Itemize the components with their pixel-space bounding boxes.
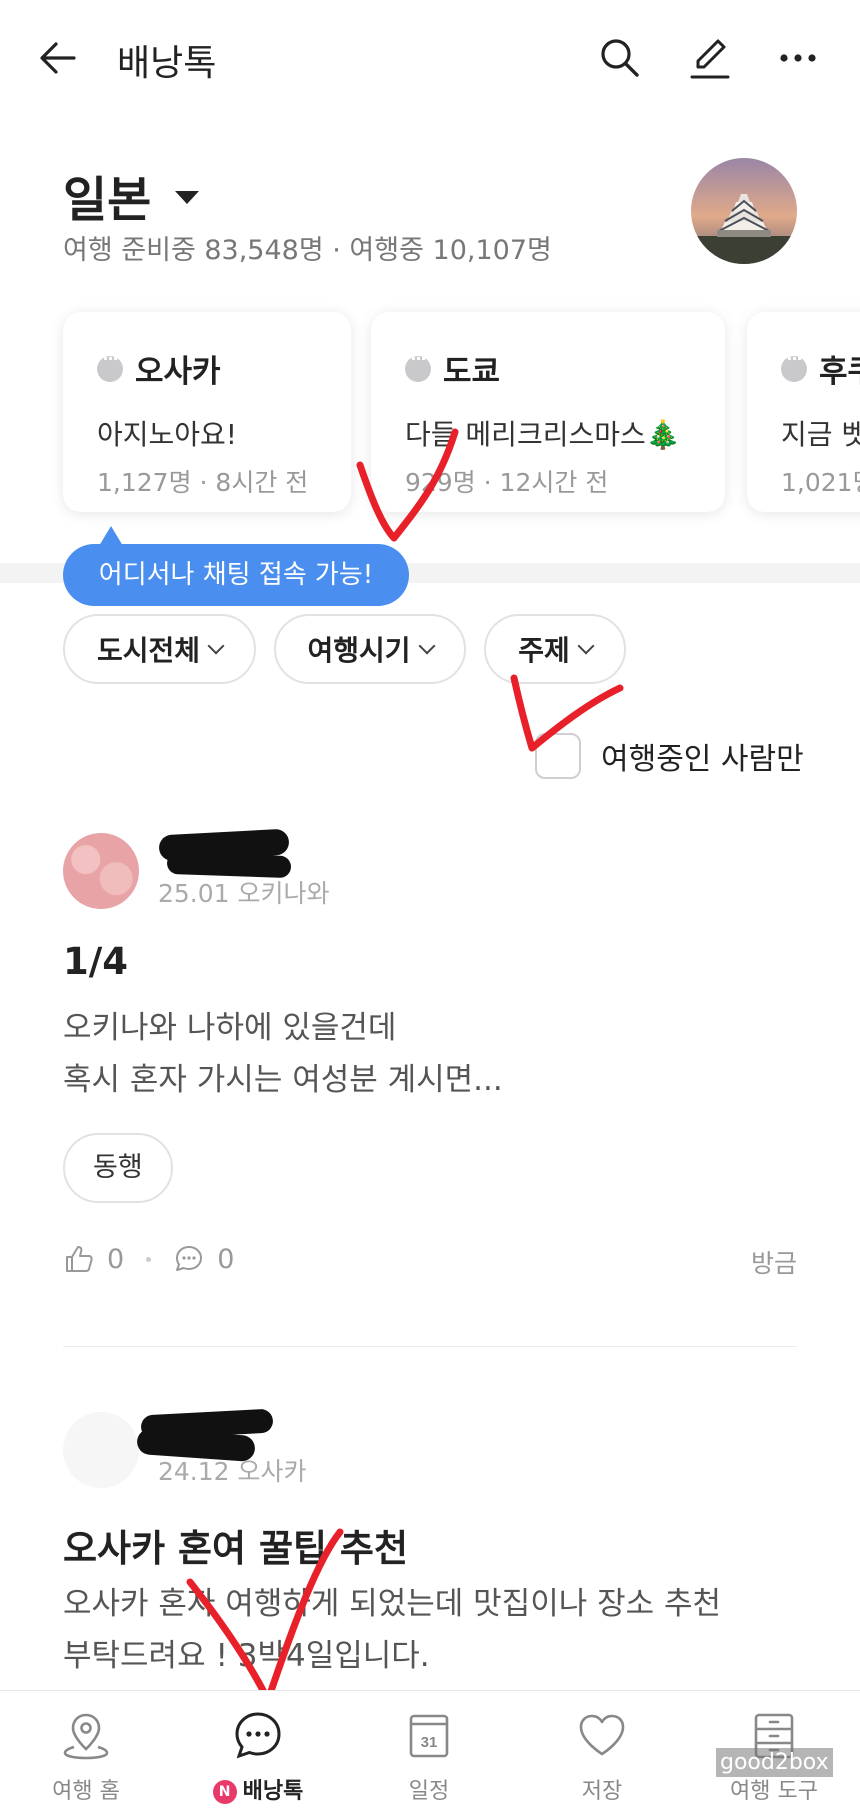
filter-topic-label: 주제 <box>518 634 570 667</box>
chat-room-last-message: 지금 벳 <box>781 418 860 451</box>
comment-count: 0 <box>217 1243 235 1275</box>
post-body-line: 오키나와 나하에 있을건데 <box>63 1010 397 1046</box>
heart-icon <box>579 1714 625 1756</box>
nav-label: 여행 홈 <box>52 1779 120 1804</box>
nav-item-travel-home[interactable]: 여행 홈 <box>11 1709 161 1809</box>
chevron-down-icon <box>418 637 436 655</box>
new-badge: N <box>212 1780 237 1804</box>
avatar <box>63 1412 139 1488</box>
thumbs-up-icon[interactable] <box>63 1243 95 1275</box>
post-body-line: 오사카 혼자 여행하게 되었는데 맛집이나 장소 추천 <box>63 1586 722 1622</box>
chat-room-meta: 929명 · 12시간 전 <box>405 468 609 497</box>
chat-room-carousel[interactable]: 오사카 아지노아요! 1,127명 · 8시간 전 도쿄 다들 메리크리스마스🎄… <box>0 300 860 530</box>
post-card[interactable]: 25.01 오키나와 1/4 오키나와 나하에 있을건데 혹시 혼자 가시는 여… <box>63 828 797 1288</box>
calendar-day: 31 <box>421 1734 438 1751</box>
map-pin-icon <box>63 1713 109 1760</box>
more-dots-icon[interactable] <box>774 34 822 82</box>
country-selector[interactable]: 일본 <box>63 160 200 230</box>
chat-bubble-icon <box>781 349 807 382</box>
nav-label: 일정 <box>408 1779 450 1804</box>
chat-room-meta: 1,021명 <box>781 468 860 497</box>
chat-room-city: 오사카 <box>135 354 221 390</box>
nav-item-chat[interactable]: N 배낭톡 <box>183 1709 333 1809</box>
separator-dot <box>146 1256 152 1262</box>
chat-bubble-icon <box>97 349 123 382</box>
watermark: good2box <box>716 1748 833 1777</box>
traveling-only-toggle[interactable]: 여행중인 사람만 <box>535 733 804 779</box>
chat-room-card[interactable]: 도쿄 다들 메리크리스마스🎄 929명 · 12시간 전 <box>371 312 725 512</box>
chat-room-last-message: 아지노아요! <box>97 418 238 451</box>
filter-topic-dropdown[interactable]: 주제 <box>484 614 626 684</box>
chat-bubble-icon <box>235 1712 281 1759</box>
chat-room-card[interactable]: 오사카 아지노아요! 1,127명 · 8시간 전 <box>63 312 351 512</box>
chevron-down-icon <box>207 637 225 655</box>
post-body-line: 부탁드려요 ! 3박4일입니다. <box>63 1638 430 1674</box>
nav-label: 여행 도구 <box>730 1779 818 1804</box>
chat-bubble-icon <box>405 349 431 382</box>
post-date-place: 25.01 오키나와 <box>158 879 330 908</box>
traveling-only-label: 여행중인 사람만 <box>601 742 804 777</box>
caret-down-icon <box>175 190 200 204</box>
chat-room-meta: 1,127명 · 8시간 전 <box>97 468 309 497</box>
filter-city-label: 도시전체 <box>96 634 201 667</box>
back-arrow-icon[interactable] <box>34 34 82 82</box>
nav-item-schedule[interactable]: 31 일정 <box>354 1709 504 1809</box>
post-date-place: 24.12 오사카 <box>158 1457 307 1486</box>
comment-icon[interactable] <box>173 1243 205 1275</box>
country-image <box>691 158 797 264</box>
filter-period-label: 여행시기 <box>307 634 411 667</box>
country-name: 일본 <box>63 172 152 228</box>
search-icon[interactable] <box>596 34 644 82</box>
tooltip-tail <box>99 526 123 546</box>
nav-label: 배낭톡 <box>242 1779 304 1804</box>
nav-label: 저장 <box>581 1779 623 1804</box>
filter-city-dropdown[interactable]: 도시전체 <box>63 614 256 684</box>
chat-tooltip: 어디서나 채팅 접속 가능! <box>63 544 409 606</box>
like-count: 0 <box>107 1243 125 1275</box>
post-card[interactable]: 24.12 오사카 오사카 혼여 꿀팁 추천 오사카 혼자 여행하게 되었는데 … <box>63 1408 797 1690</box>
post-divider <box>63 1346 797 1347</box>
post-time: 방금 <box>750 1249 797 1278</box>
chat-room-city: 후쿠 <box>819 354 860 390</box>
pencil-icon[interactable] <box>686 34 734 82</box>
traveler-stats: 여행 준비중 83,548명 · 여행중 10,107명 <box>63 235 552 266</box>
nav-item-saved[interactable]: 저장 <box>527 1709 677 1809</box>
chat-room-last-message: 다들 메리크리스마스🎄 <box>405 418 681 451</box>
chat-room-city: 도쿄 <box>443 354 501 390</box>
top-bar: 배낭톡 <box>0 0 860 118</box>
post-tag[interactable]: 동행 <box>63 1133 173 1203</box>
calendar-icon: 31 <box>409 1714 449 1758</box>
nav-label-wrapper: N 배낭톡 <box>183 1773 333 1805</box>
chevron-down-icon <box>577 637 595 655</box>
chat-room-card[interactable]: 후쿠 지금 벳 1,021명 <box>747 312 860 512</box>
post-actions: 0 0 <box>63 1243 234 1275</box>
app-title: 배낭톡 <box>117 43 217 84</box>
traveling-only-checkbox[interactable] <box>535 733 581 779</box>
post-body-line: 혹시 혼자 가시는 여성분 계시면... <box>63 1062 503 1098</box>
post-title: 1/4 <box>63 940 129 983</box>
post-title: 오사카 혼여 꿀팁 추천 <box>63 1527 409 1570</box>
filter-period-dropdown[interactable]: 여행시기 <box>274 614 466 684</box>
avatar <box>63 833 139 909</box>
